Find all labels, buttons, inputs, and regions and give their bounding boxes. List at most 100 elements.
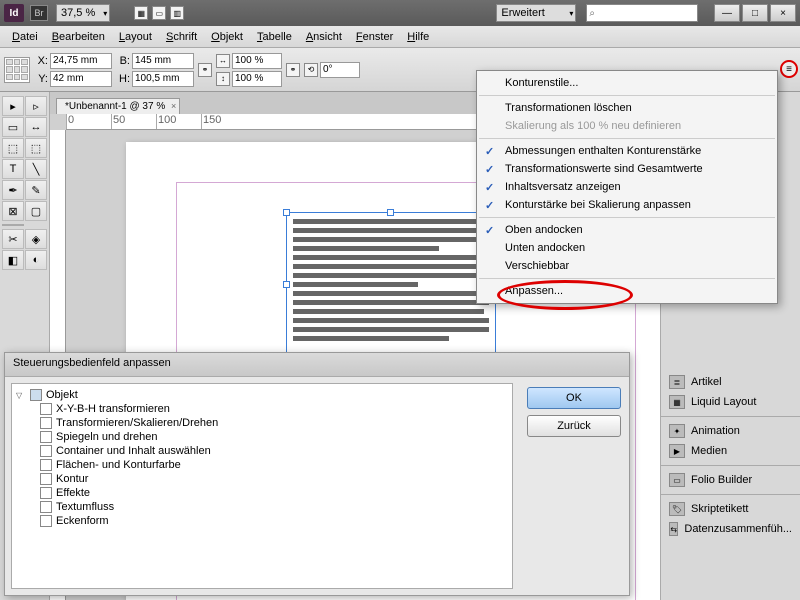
menu-item[interactable]: ✓Transformationswerte sind Gesamtwerte [477, 160, 777, 178]
checkbox[interactable] [40, 501, 52, 513]
gradient-feather-tool[interactable]: ◐ [25, 250, 47, 270]
tree-item[interactable]: Kontur [16, 472, 508, 486]
checkbox[interactable] [40, 487, 52, 499]
titlebar: Id Br 37,5 % ▦ ▭ ▥ Erweitert ⌕ — □ × [0, 0, 800, 26]
menu-view[interactable]: Ansicht [300, 29, 348, 45]
document-tab[interactable]: *Unbenannt-1 @ 37 % [56, 98, 180, 114]
tree-item[interactable]: Textumfluss [16, 500, 508, 514]
w-input[interactable] [132, 53, 194, 69]
y-input[interactable] [50, 71, 112, 87]
h-label: H: [116, 73, 130, 85]
pen-tool[interactable]: ✒ [2, 180, 24, 200]
control-flyout-button[interactable] [780, 60, 798, 78]
menu-item[interactable]: Unten andocken [477, 239, 777, 257]
scissors-tool[interactable]: ✂ [2, 229, 24, 249]
menu-item[interactable]: ✓Konturstärke bei Skalierung anpassen [477, 196, 777, 214]
arrange-docs-icon[interactable]: ▥ [170, 6, 184, 20]
checkbox[interactable] [40, 403, 52, 415]
h-input[interactable] [132, 71, 194, 87]
menu-separator [479, 278, 775, 279]
media-icon: ▶ [669, 444, 685, 458]
workspace-dropdown[interactable]: Erweitert [496, 4, 576, 22]
tree-item[interactable]: Container und Inhalt auswählen [16, 444, 508, 458]
dialog-title: Steuerungsbedienfeld anpassen [5, 353, 629, 377]
menu-item[interactable]: Konturenstile... [477, 74, 777, 92]
free-transform-tool[interactable]: ◈ [25, 229, 47, 249]
menu-item[interactable]: Verschiebbar [477, 257, 777, 275]
selection-tool[interactable]: ▸ [2, 96, 24, 116]
menu-window[interactable]: Fenster [350, 29, 399, 45]
content-placer-tool[interactable]: ⬚ [25, 138, 47, 158]
cancel-button[interactable]: Zurück [527, 415, 621, 437]
rectangle-tool[interactable]: ▢ [25, 201, 47, 221]
tree-item[interactable]: Transformieren/Skalieren/Drehen [16, 416, 508, 430]
menubar: DDateiatei Bearbeiten Layout Schrift Obj… [0, 26, 800, 48]
ok-button[interactable]: OK [527, 387, 621, 409]
checkbox[interactable] [40, 459, 52, 471]
pencil-tool[interactable]: ✎ [25, 180, 47, 200]
rotate-input[interactable] [320, 62, 360, 78]
menu-edit[interactable]: Bearbeiten [46, 29, 111, 45]
checkbox[interactable] [40, 445, 52, 457]
panel-medien[interactable]: ▶Medien [661, 441, 800, 461]
constrain-scale-icon[interactable]: ⚭ [286, 63, 300, 77]
handle-icon[interactable] [283, 281, 290, 288]
gap-tool[interactable]: ↔ [25, 117, 47, 137]
line-tool[interactable]: ╲ [25, 159, 47, 179]
tree-item[interactable]: Flächen- und Konturfarbe [16, 458, 508, 472]
page-tool[interactable]: ▭ [2, 117, 24, 137]
type-tool[interactable]: T [2, 159, 24, 179]
gradient-swatch-tool[interactable]: ◧ [2, 250, 24, 270]
menu-item[interactable]: ✓Inhaltsversatz anzeigen [477, 178, 777, 196]
zoom-dropdown[interactable]: 37,5 % [56, 4, 110, 22]
screen-mode-icon[interactable]: ▭ [152, 6, 166, 20]
panel-folio-builder[interactable]: ▭Folio Builder [661, 470, 800, 490]
scale-y-input[interactable] [232, 71, 282, 87]
tree-item[interactable]: Effekte [16, 486, 508, 500]
tree-item[interactable]: Eckenform [16, 514, 508, 528]
checkbox[interactable] [40, 473, 52, 485]
menu-object[interactable]: Objekt [205, 29, 249, 45]
panel-animation[interactable]: ✦Animation [661, 421, 800, 441]
minimize-button[interactable]: — [714, 4, 740, 22]
rectangle-frame-tool[interactable]: ⊠ [2, 201, 24, 221]
panel-artikel[interactable]: ≣Artikel [661, 372, 800, 392]
menu-item[interactable]: ✓Abmessungen enthalten Konturenstärke [477, 142, 777, 160]
menu-item[interactable]: ✓Oben andocken [477, 221, 777, 239]
direct-selection-tool[interactable]: ▹ [25, 96, 47, 116]
tree-item[interactable]: X-Y-B-H transformieren [16, 402, 508, 416]
bridge-icon[interactable]: Br [30, 5, 48, 21]
panel-separator [661, 465, 800, 466]
x-input[interactable] [50, 53, 112, 69]
checkbox[interactable] [40, 515, 52, 527]
disclosure-icon[interactable]: ▽ [16, 391, 26, 400]
content-collector-tool[interactable]: ⬚ [2, 138, 24, 158]
constrain-icon[interactable]: ⚭ [198, 63, 212, 77]
customize-control-panel-dialog: Steuerungsbedienfeld anpassen ▽ObjektX-Y… [4, 352, 630, 596]
reference-point-grid[interactable] [4, 57, 30, 83]
menu-layout[interactable]: Layout [113, 29, 158, 45]
checkbox[interactable] [40, 431, 52, 443]
menu-help[interactable]: Hilfe [401, 29, 435, 45]
close-button[interactable]: × [770, 4, 796, 22]
menu-item[interactable]: Transformationen löschen [477, 99, 777, 117]
view-options-icon[interactable]: ▦ [134, 6, 148, 20]
dialog-tree[interactable]: ▽ObjektX-Y-B-H transformierenTransformie… [11, 383, 513, 589]
panel-datenzusammen[interactable]: ⇆Datenzusammenfüh... [661, 519, 800, 539]
scale-x-input[interactable] [232, 53, 282, 69]
handle-icon[interactable] [283, 209, 290, 216]
menu-item-label: Skalierung als 100 % neu definieren [505, 120, 681, 132]
panel-skriptetikett[interactable]: 🏷Skriptetikett [661, 499, 800, 519]
menu-item[interactable]: Anpassen... [477, 282, 777, 300]
search-input[interactable] [595, 6, 695, 20]
selected-text-frame[interactable] [286, 212, 496, 357]
handle-icon[interactable] [387, 209, 394, 216]
menu-type[interactable]: Schrift [160, 29, 203, 45]
maximize-button[interactable]: □ [742, 4, 768, 22]
checkbox[interactable] [30, 389, 42, 401]
menu-table[interactable]: Tabelle [251, 29, 298, 45]
panel-liquid-layout[interactable]: ▦Liquid Layout [661, 392, 800, 412]
checkbox[interactable] [40, 417, 52, 429]
tree-item[interactable]: Spiegeln und drehen [16, 430, 508, 444]
menu-file[interactable]: DDateiatei [6, 29, 44, 45]
